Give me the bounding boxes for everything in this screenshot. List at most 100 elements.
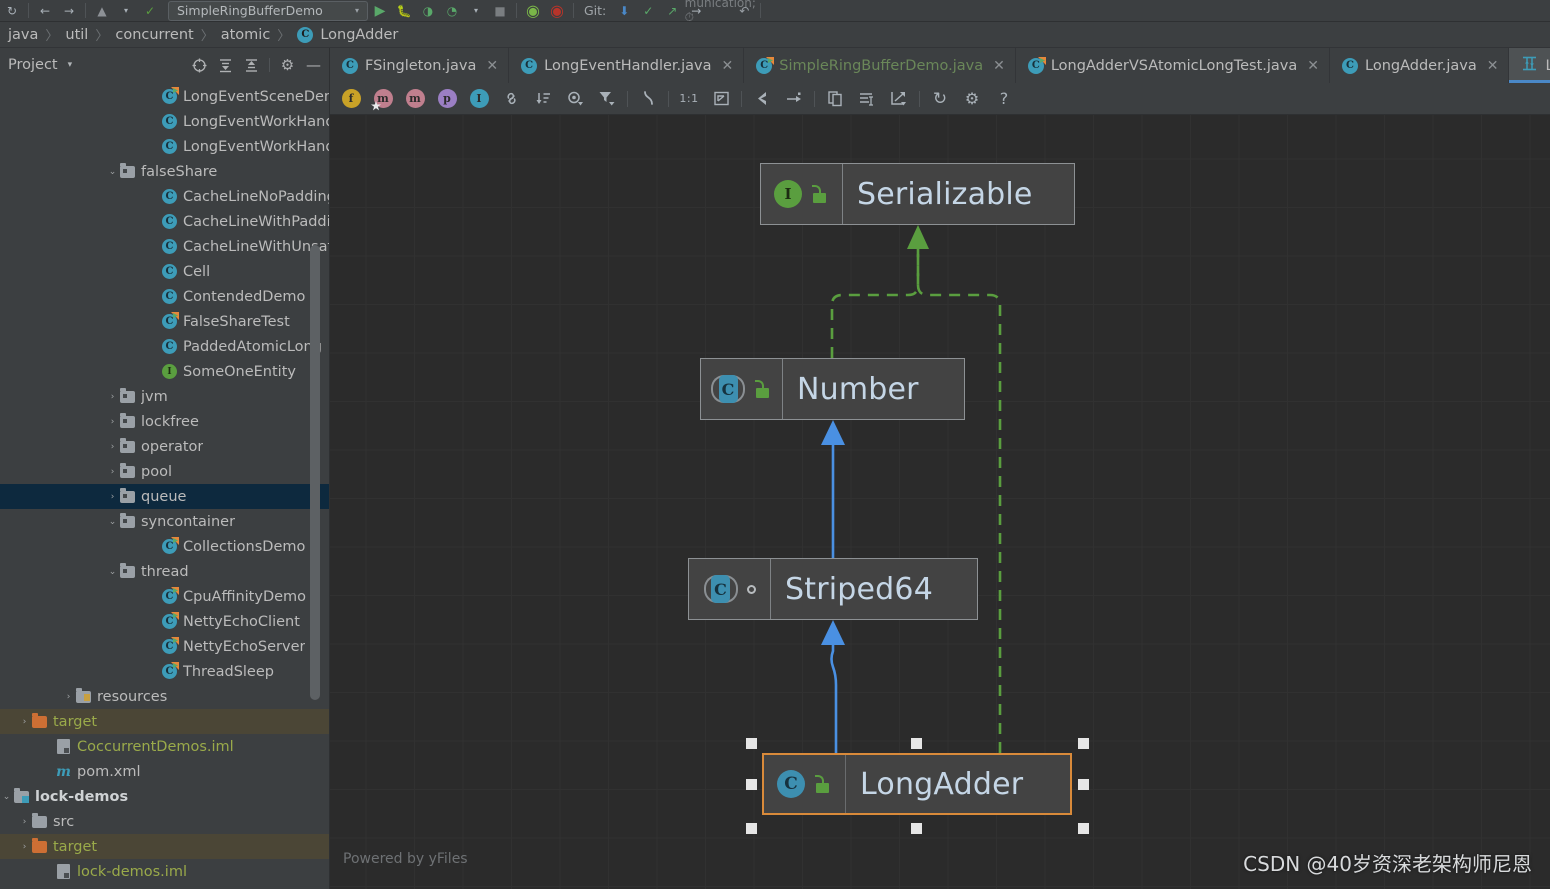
- sonar-disable-icon[interactable]: ◉: [545, 1, 569, 21]
- resize-handle-ne[interactable]: [1078, 738, 1089, 749]
- tree-row-src[interactable]: › src: [0, 809, 330, 834]
- chevron-down-icon[interactable]: ▾: [68, 60, 73, 70]
- tree-row-jvm[interactable]: › jvm: [0, 384, 330, 409]
- git-update-icon[interactable]: ⬇: [612, 1, 636, 21]
- actual-size-icon[interactable]: 1:1: [673, 86, 705, 112]
- tree-row-lock-demos-iml[interactable]: lock-demos.iml: [0, 859, 330, 884]
- resize-handle-e[interactable]: [1078, 779, 1089, 790]
- chevron-down-icon[interactable]: ⌄: [106, 165, 119, 178]
- uml-node-striped64[interactable]: C Striped64: [688, 558, 978, 620]
- uml-node-longadder[interactable]: C LongAdder: [762, 753, 1072, 815]
- show-fields-icon[interactable]: f: [335, 86, 367, 112]
- tree-row-target[interactable]: › target: [0, 834, 330, 859]
- project-tree[interactable]: C LongEventSceneDem C LongEventWorkHand C Lon…: [0, 82, 330, 889]
- build-icon[interactable]: ▲: [90, 1, 114, 21]
- tree-row-queue[interactable]: › queue: [0, 484, 330, 509]
- tree-row-nettyechoserver[interactable]: C NettyEchoServer: [0, 634, 330, 659]
- sync-icon[interactable]: ↻: [0, 1, 24, 21]
- fit-content-icon[interactable]: [705, 86, 737, 112]
- tree-row-coccurrentdemos-iml[interactable]: CoccurrentDemos.iml: [0, 734, 330, 759]
- breadcrumb-item-atomic[interactable]: atomic: [221, 27, 271, 43]
- show-properties-icon[interactable]: p: [431, 86, 463, 112]
- back-icon[interactable]: ←: [33, 1, 57, 21]
- tree-row-someoneentity[interactable]: I SomeOneEntity: [0, 359, 330, 384]
- project-tree-scrollbar[interactable]: [310, 245, 320, 700]
- tree-row-cachelinenopadding[interactable]: C CacheLineNoPadding: [0, 184, 330, 209]
- tree-row-thread[interactable]: ⌄ thread: [0, 559, 330, 584]
- resize-handle-n[interactable]: [911, 738, 922, 749]
- tree-row-threadsleep[interactable]: C ThreadSleep: [0, 659, 330, 684]
- editor-tab-longaddervsatomiclongtest-java[interactable]: C LongAdderVSAtomicLongTest.java ✕: [1016, 48, 1330, 83]
- resize-handle-nw[interactable]: [746, 738, 757, 749]
- tree-row-cachelinewithpaddi[interactable]: C CacheLineWithPaddi: [0, 209, 330, 234]
- hide-panel-icon[interactable]: —: [305, 56, 322, 74]
- show-constructors-icon[interactable]: m: [367, 86, 399, 112]
- tree-row-lock-demos[interactable]: ⌄ lock-demos: [0, 784, 330, 809]
- structure-icon[interactable]: [851, 86, 883, 112]
- sort-icon[interactable]: [527, 86, 559, 112]
- export-icon[interactable]: [883, 86, 915, 112]
- uml-node-serializable[interactable]: I Serializable: [760, 163, 1075, 225]
- visibility-icon[interactable]: [559, 86, 591, 112]
- expand-all-icon[interactable]: [217, 57, 234, 74]
- chevron-right-icon[interactable]: ›: [18, 815, 31, 828]
- resize-handle-w[interactable]: [746, 779, 757, 790]
- resize-handle-sw[interactable]: [746, 823, 757, 834]
- layout-icon[interactable]: [746, 86, 778, 112]
- uml-diagram-canvas[interactable]: I Serializable C Number C Striped64 C Lo…: [330, 115, 1550, 889]
- tree-row-falseshare[interactable]: ⌄ falseShare: [0, 159, 330, 184]
- diagram-toolbar[interactable]: f m m p I 1:1 ↻ ⚙?: [330, 83, 1550, 115]
- tree-row-contendeddemo[interactable]: C ContendedDemo: [0, 284, 330, 309]
- tree-row-nettyechoclient[interactable]: C NettyEchoClient: [0, 609, 330, 634]
- help-icon[interactable]: ?: [988, 86, 1020, 112]
- tree-row-simpleringbufferdemo-java[interactable]: SimpleRingBufferDemo.java: [0, 884, 330, 889]
- resize-handle-s[interactable]: [911, 823, 922, 834]
- chevron-right-icon[interactable]: ›: [18, 715, 31, 728]
- chevron-down-icon[interactable]: ⌄: [0, 790, 13, 803]
- git-rollback-icon[interactable]: ↶: [732, 1, 756, 21]
- editor-tab-lon[interactable]: Lon: [1509, 48, 1550, 83]
- resize-handle-se[interactable]: [1078, 823, 1089, 834]
- chevron-right-icon[interactable]: ›: [106, 465, 119, 478]
- settings-gear-icon[interactable]: ⚙: [956, 86, 988, 112]
- git-history-icon[interactable]: munication;⏱: [685, 0, 756, 24]
- editor-tab-longeventhandler-java[interactable]: C LongEventHandler.java ✕: [509, 48, 745, 83]
- editor-tab-longadder-java[interactable]: C LongAdder.java ✕: [1330, 48, 1510, 83]
- collapse-all-icon[interactable]: [243, 57, 260, 74]
- run-configuration-selector[interactable]: SimpleRingBufferDemo ▾: [168, 0, 368, 21]
- run-icon[interactable]: ▶: [368, 1, 392, 21]
- tree-row-longeventworkhand[interactable]: C LongEventWorkHand: [0, 134, 330, 159]
- debug-icon[interactable]: 🐛: [392, 1, 416, 21]
- chevron-down-icon[interactable]: ⌄: [106, 515, 119, 528]
- checkmark-icon[interactable]: ✓: [138, 1, 162, 21]
- show-inner-classes-icon[interactable]: I: [463, 86, 495, 112]
- chevron-right-icon[interactable]: ›: [106, 415, 119, 428]
- tree-row-resources[interactable]: › resources: [0, 684, 330, 709]
- tree-row-longeventscenedem[interactable]: C LongEventSceneDem: [0, 84, 330, 109]
- close-icon[interactable]: ✕: [1307, 58, 1319, 74]
- profile-icon[interactable]: ◔: [440, 1, 464, 21]
- sonar-icon[interactable]: ◉: [521, 1, 545, 21]
- editor-tab-bar[interactable]: C FSingleton.java ✕ C LongEventHandler.java ✕…: [330, 48, 1550, 83]
- close-icon[interactable]: ✕: [486, 58, 498, 74]
- close-icon[interactable]: ✕: [1487, 58, 1499, 74]
- tree-row-falsesharetest[interactable]: C FalseShareTest: [0, 309, 330, 334]
- tree-row-longeventworkhand[interactable]: C LongEventWorkHand: [0, 109, 330, 134]
- tree-row-pom-xml[interactable]: m pom.xml: [0, 759, 330, 784]
- tree-row-cpuaffinitydemo[interactable]: C CpuAffinityDemo: [0, 584, 330, 609]
- tree-row-paddedatomiclong[interactable]: C PaddedAtomicLong: [0, 334, 330, 359]
- chevron-down-icon[interactable]: ⌄: [106, 565, 119, 578]
- chevron-right-icon[interactable]: ›: [62, 690, 75, 703]
- refresh-icon[interactable]: ↻: [924, 86, 956, 112]
- tree-row-cachelinewithunsaf[interactable]: C CacheLineWithUnsaf: [0, 234, 330, 259]
- tree-row-collectionsdemo[interactable]: C CollectionsDemo: [0, 534, 330, 559]
- apply-layout-icon[interactable]: [778, 86, 810, 112]
- chevron-right-icon[interactable]: ›: [106, 390, 119, 403]
- stop-icon[interactable]: ■: [488, 1, 512, 21]
- breadcrumb-item-util[interactable]: util: [65, 27, 88, 43]
- editor-tab-simpleringbufferdemo-java[interactable]: C SimpleRingBufferDemo.java ✕: [744, 48, 1016, 83]
- show-dependencies-icon[interactable]: [495, 86, 527, 112]
- select-opened-file-icon[interactable]: [191, 57, 208, 74]
- git-commit-icon[interactable]: ✓: [636, 1, 660, 21]
- breadcrumb-item-current[interactable]: LongAdder: [320, 27, 398, 43]
